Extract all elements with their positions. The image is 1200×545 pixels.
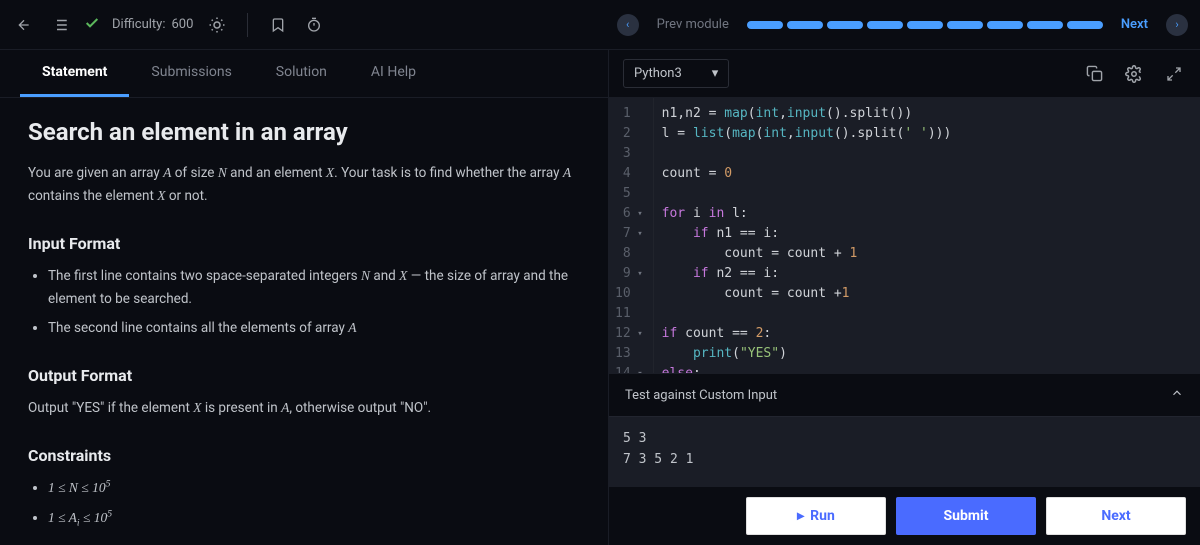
next-link[interactable]: Next: [1113, 13, 1156, 36]
constraint-item: 1 ≤ Ai ≤ 105: [48, 506, 580, 532]
progress-segment: [987, 21, 1023, 29]
chevron-up-icon: [1170, 386, 1184, 404]
next-arrow[interactable]: ›: [1166, 14, 1188, 36]
timer-icon[interactable]: [302, 13, 326, 37]
progress-segment: [907, 21, 943, 29]
chevron-down-icon: ▾: [712, 66, 719, 81]
check-icon: [84, 15, 100, 35]
tab-ai-help[interactable]: AI Help: [349, 50, 438, 97]
line-gutter: 123456▾7▾89▾101112▾1314▾15: [609, 98, 654, 373]
progress-bar: [747, 21, 1103, 29]
progress-segment: [867, 21, 903, 29]
next-label: Next: [1101, 508, 1130, 524]
copy-icon[interactable]: [1082, 62, 1106, 86]
next-button[interactable]: Next: [1046, 497, 1186, 535]
bookmark-icon[interactable]: [266, 13, 290, 37]
progress-segment: [787, 21, 823, 29]
tab-solution[interactable]: Solution: [254, 50, 349, 97]
progress-segment: [827, 21, 863, 29]
problem-tabs: Statement Submissions Solution AI Help: [0, 50, 608, 98]
progress-segment: [1027, 21, 1063, 29]
divider: [247, 13, 248, 37]
input-item: The first line contains two space-separa…: [48, 265, 580, 311]
prev-arrow[interactable]: ‹: [617, 14, 639, 36]
custom-input-label: Test against Custom Input: [625, 388, 777, 403]
run-label: Run: [810, 508, 835, 524]
list-icon[interactable]: [48, 13, 72, 37]
back-icon[interactable]: [12, 13, 36, 37]
difficulty-value: 600: [171, 17, 193, 32]
language-select[interactable]: Python3 ▾: [623, 59, 729, 88]
progress-segment: [947, 21, 983, 29]
output-format-heading: Output Format: [28, 366, 580, 385]
code-editor[interactable]: 123456▾7▾89▾101112▾1314▾15 n1,n2 = map(i…: [609, 98, 1200, 373]
prev-module-link[interactable]: Prev module: [649, 13, 737, 36]
custom-input-body[interactable]: 5 3 7 3 5 2 1: [609, 416, 1200, 486]
problem-intro: You are given an array A of size N and a…: [28, 162, 580, 208]
code-area[interactable]: n1,n2 = map(int,input().split())l = list…: [654, 98, 960, 373]
tab-submissions[interactable]: Submissions: [129, 50, 253, 97]
sun-icon[interactable]: [205, 13, 229, 37]
progress-segment: [747, 21, 783, 29]
difficulty-label: Difficulty:: [112, 17, 165, 32]
constraint-item: 1 ≤ N ≤ 105: [48, 477, 580, 500]
play-icon: ▸: [797, 508, 804, 524]
input-item: The second line contains all the element…: [48, 317, 580, 340]
tab-statement[interactable]: Statement: [20, 50, 129, 97]
custom-input-toggle[interactable]: Test against Custom Input: [609, 374, 1200, 416]
problem-title: Search an element in an array: [28, 118, 580, 146]
progress-segment: [1067, 21, 1103, 29]
language-label: Python3: [634, 66, 682, 81]
statement-body: Search an element in an array You are gi…: [0, 98, 608, 545]
difficulty-indicator: Difficulty: 600: [112, 17, 193, 32]
gear-icon[interactable]: [1122, 62, 1146, 86]
run-button[interactable]: ▸ Run: [746, 497, 886, 535]
submit-label: Submit: [944, 508, 989, 524]
input-format-heading: Input Format: [28, 234, 580, 253]
fullscreen-icon[interactable]: [1162, 62, 1186, 86]
output-desc: Output "YES" if the element X is present…: [28, 397, 580, 420]
constraints-heading: Constraints: [28, 446, 580, 465]
submit-button[interactable]: Submit: [896, 497, 1036, 535]
